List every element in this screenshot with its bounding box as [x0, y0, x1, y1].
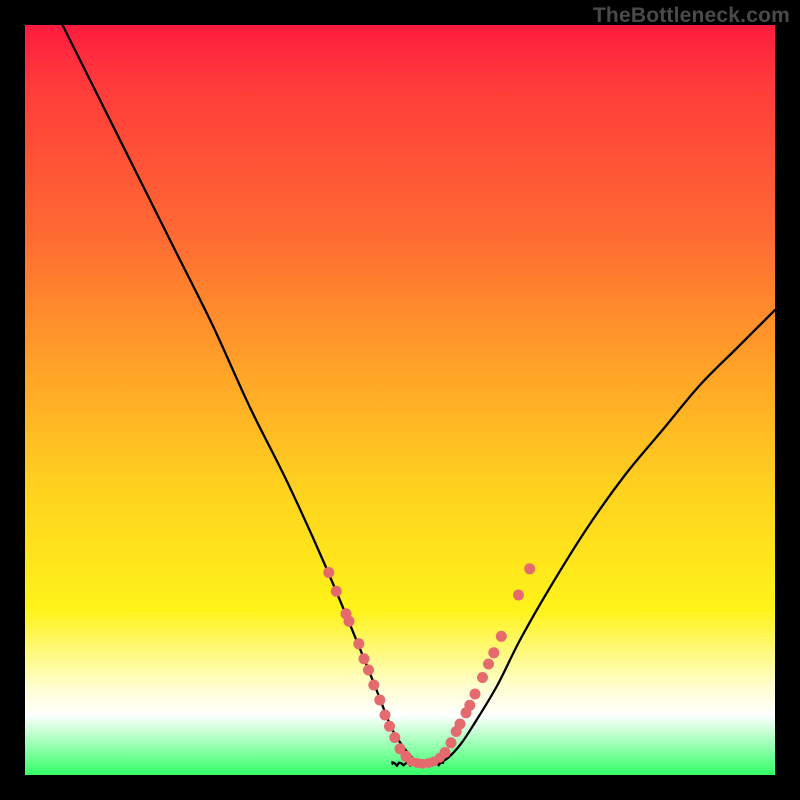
scatter-dot — [513, 590, 524, 601]
scatter-dot — [323, 567, 334, 578]
scatter-dot — [363, 665, 374, 676]
scatter-dot — [483, 659, 494, 670]
scatter-dot — [464, 700, 475, 711]
scatter-dot — [353, 638, 364, 649]
chart-svg — [25, 25, 775, 775]
scatter-dot — [331, 586, 342, 597]
watermark-text: TheBottleneck.com — [593, 4, 790, 28]
scatter-dot — [455, 719, 466, 730]
bottleneck-curve — [63, 25, 776, 764]
scatter-dot — [384, 721, 395, 732]
chart-frame: TheBottleneck.com — [0, 0, 800, 800]
scatter-dot — [389, 732, 400, 743]
scatter-dot — [488, 647, 499, 658]
scatter-dot — [380, 710, 391, 721]
scatter-dot — [496, 631, 507, 642]
scatter-dot — [359, 653, 370, 664]
scatter-dot — [440, 747, 451, 758]
scatter-dot — [470, 689, 481, 700]
scatter-dot — [477, 672, 488, 683]
plot-area — [25, 25, 775, 775]
scatter-dot — [524, 563, 535, 574]
scatter-dot — [374, 695, 385, 706]
scatter-dot — [368, 680, 379, 691]
scatter-dots — [323, 563, 535, 769]
scatter-dot — [446, 737, 457, 748]
scatter-dot — [344, 616, 355, 627]
